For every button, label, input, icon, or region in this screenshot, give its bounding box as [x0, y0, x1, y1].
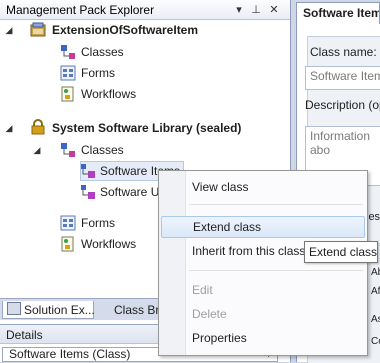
side-label: ies	[366, 211, 380, 223]
menu-item-extend-class[interactable]: Extend class	[161, 216, 365, 238]
tree-item-label: Classes	[81, 45, 124, 59]
pin-icon[interactable]: ⊥	[249, 3, 263, 16]
class-icon	[80, 184, 96, 200]
details-selected-value: Software Items (Class)	[9, 347, 131, 361]
side-label: Abo	[371, 267, 380, 278]
collapse-icon[interactable]: ◢	[4, 25, 14, 35]
explorer-title: Management Pack Explorer	[6, 3, 155, 17]
classes-icon	[60, 142, 76, 158]
tree-item-label: Software U	[100, 185, 160, 199]
tree-item-label: Forms	[81, 216, 115, 230]
workflows-icon	[60, 86, 76, 102]
class-name-value: Software Items	[310, 69, 380, 83]
management-pack-icon	[30, 22, 46, 38]
menu-item-view-class[interactable]: View class	[161, 176, 365, 198]
menu-item-edit[interactable]: Edit	[161, 279, 365, 301]
forms-icon	[60, 65, 76, 81]
side-label: Ass	[371, 314, 380, 325]
tree-item-label: Forms	[81, 66, 115, 80]
tab-solution-explorer[interactable]: Solution Ex...	[2, 301, 95, 319]
menu-separator	[189, 204, 363, 205]
tooltip-text: Extend class	[309, 245, 378, 259]
close-icon[interactable]: ✕	[267, 3, 281, 16]
tab-label: Solution Ex...	[24, 303, 95, 317]
document-tab-software-item[interactable]: Software Item	[296, 2, 380, 24]
menu-item-label: Properties	[192, 331, 247, 345]
class-name-label: Class name:	[310, 45, 377, 59]
tree-item-label: ExtensionOfSoftwareItem	[52, 23, 199, 37]
forms-icon	[60, 215, 76, 231]
solution-explorer-icon	[7, 302, 21, 315]
class-name-input[interactable]: Software Items	[305, 66, 380, 90]
menu-separator	[189, 270, 363, 271]
dropdown-icon[interactable]: ▾	[232, 3, 246, 16]
workflows-icon	[60, 236, 76, 252]
lock-icon	[30, 119, 46, 135]
menu-item-label: View class	[192, 180, 249, 194]
side-label: Co	[371, 336, 380, 347]
menu-item-properties[interactable]: Properties	[161, 327, 365, 349]
class-icon	[80, 163, 96, 179]
classes-icon	[60, 44, 76, 60]
menu-item-label: Delete	[192, 307, 227, 321]
collapse-icon[interactable]: ◢	[32, 145, 42, 155]
document-tab-label: Software Item	[303, 6, 380, 20]
menu-item-label: Inherit from this class	[192, 244, 306, 258]
explorer-titlebar: Management Pack Explorer ▾ ⊥ ✕	[0, 0, 290, 20]
description-label: Description (opt	[305, 98, 380, 112]
description-value: Information abo	[310, 129, 371, 157]
tree-item-label: Workflows	[81, 87, 137, 101]
tree-item-label: Classes	[81, 143, 124, 157]
side-label: Affe	[371, 286, 380, 297]
collapse-icon[interactable]: ◢	[4, 123, 14, 133]
menu-item-delete[interactable]: Delete	[161, 303, 365, 325]
menu-item-label: Edit	[192, 283, 213, 297]
tree-item-label: System Software Library (sealed)	[52, 121, 242, 135]
context-menu: View class Extend class Inherit from thi…	[158, 170, 368, 356]
tooltip: Extend class	[304, 241, 378, 263]
menu-item-label: Extend class	[193, 220, 262, 234]
details-title: Details	[6, 328, 43, 342]
tree-item-label: Workflows	[81, 237, 137, 251]
